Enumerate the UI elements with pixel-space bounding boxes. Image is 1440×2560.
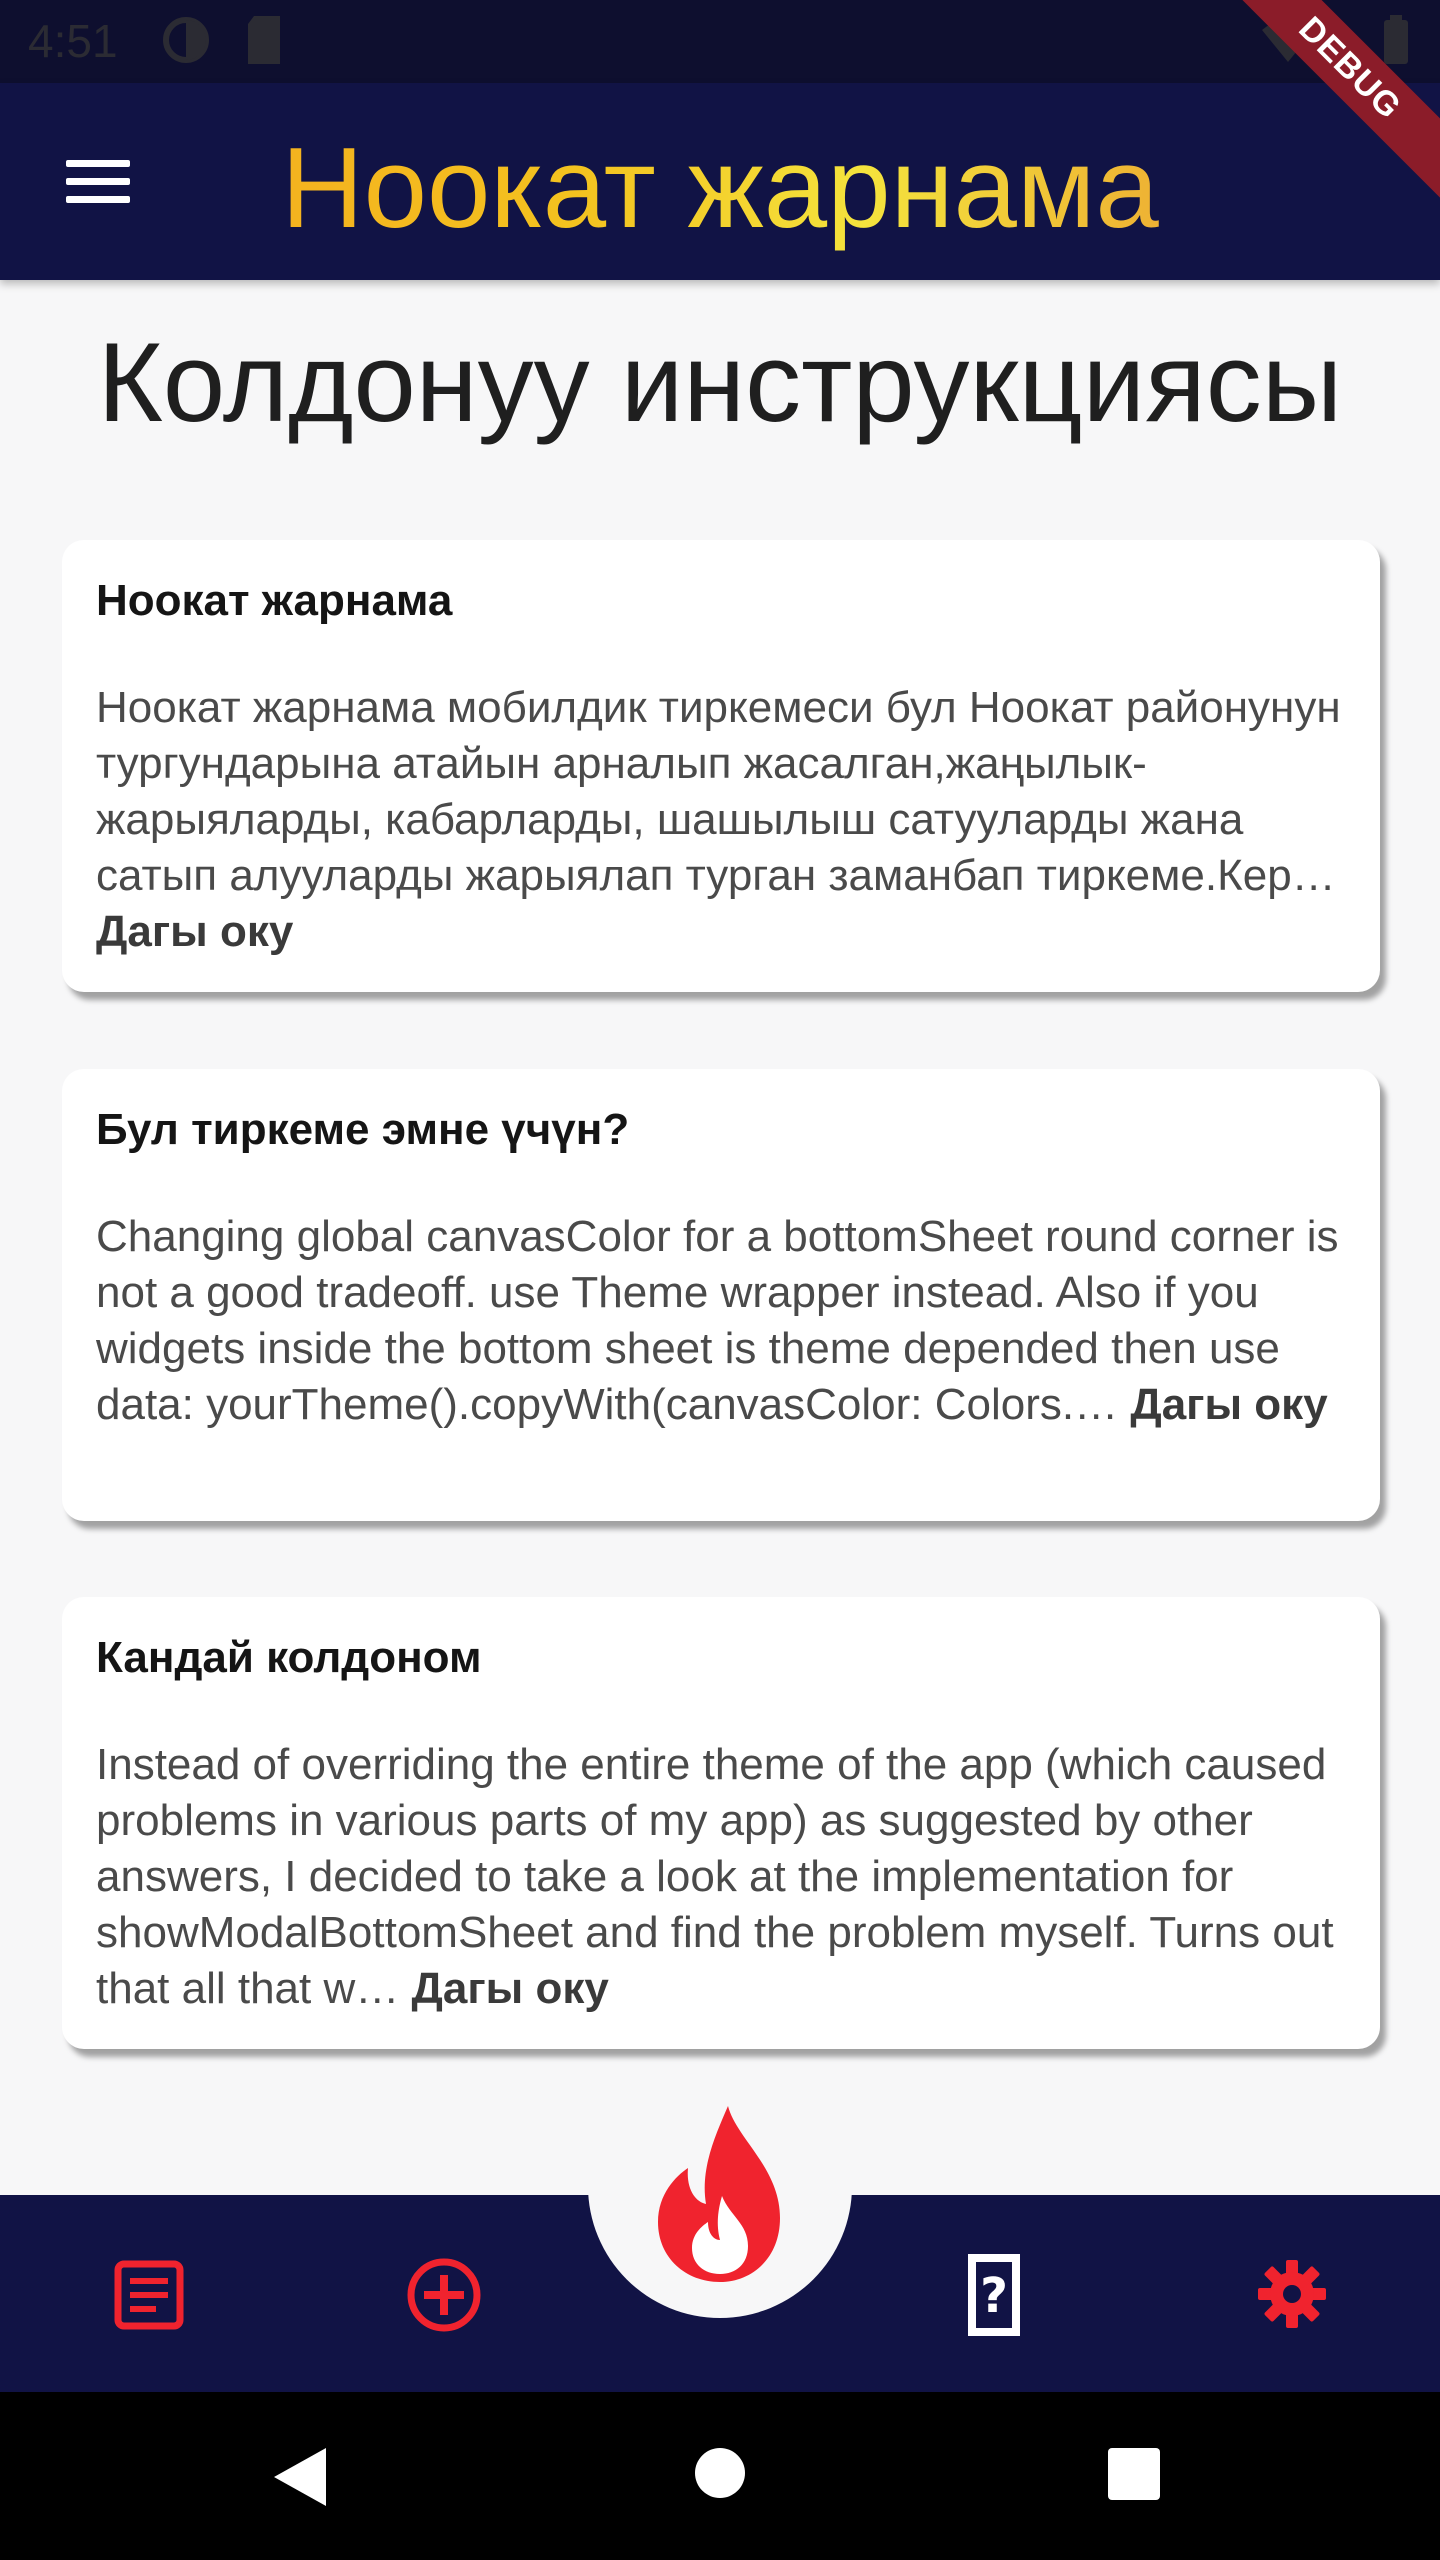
read-more-link[interactable]: Дагы оку [96, 907, 293, 956]
info-card[interactable]: Бул тиркеме эмне үчүн? Changing global c… [62, 1069, 1380, 1521]
info-card[interactable]: Кандай колдоном Instead of overriding th… [62, 1597, 1380, 2049]
read-more-link[interactable]: Дагы оку [412, 1964, 609, 2013]
status-bar: 4:51 [0, 0, 1440, 83]
add-circle-icon[interactable] [406, 2257, 482, 2333]
page-title: Колдонуу инструкциясы [97, 320, 1343, 445]
card-body: Changing global canvasColor for a bottom… [96, 1209, 1346, 1433]
card-body: Ноокат жарнама мобилдик тиркемеси бул Но… [96, 680, 1346, 960]
sd-card-icon [248, 16, 280, 64]
list-icon[interactable] [114, 2260, 184, 2330]
system-navigation-bar [0, 2392, 1440, 2560]
card-body: Instead of overriding the entire theme o… [96, 1737, 1346, 2017]
help-icon[interactable]: ? [968, 2254, 1020, 2336]
card-text: Ноокат жарнама мобилдик тиркемеси бул Но… [96, 683, 1341, 900]
settings-icon[interactable] [1256, 2258, 1328, 2330]
card-text: Instead of overriding the entire theme o… [96, 1740, 1334, 2013]
recents-icon[interactable] [1108, 2448, 1160, 2500]
sync-status-icon [163, 17, 209, 63]
debug-banner-container: DEBUG [1240, 0, 1440, 200]
app-title: Ноокат жарнама [0, 123, 1440, 254]
app-bar: Ноокат жарнама [0, 83, 1440, 280]
card-title: Кандай колдоном [96, 1633, 482, 1682]
back-icon[interactable] [272, 2446, 328, 2508]
card-title: Бул тиркеме эмне үчүн? [96, 1105, 630, 1154]
status-time: 4:51 [28, 15, 118, 67]
fire-icon[interactable] [640, 2098, 800, 2288]
read-more-link[interactable]: Дагы оку [1130, 1380, 1327, 1429]
info-card[interactable]: Ноокат жарнама Ноокат жарнама мобилдик т… [62, 540, 1380, 992]
card-title: Ноокат жарнама [96, 576, 453, 625]
home-icon[interactable] [694, 2447, 746, 2499]
svg-text:?: ? [980, 2268, 1008, 2324]
debug-banner: DEBUG [1240, 0, 1440, 200]
